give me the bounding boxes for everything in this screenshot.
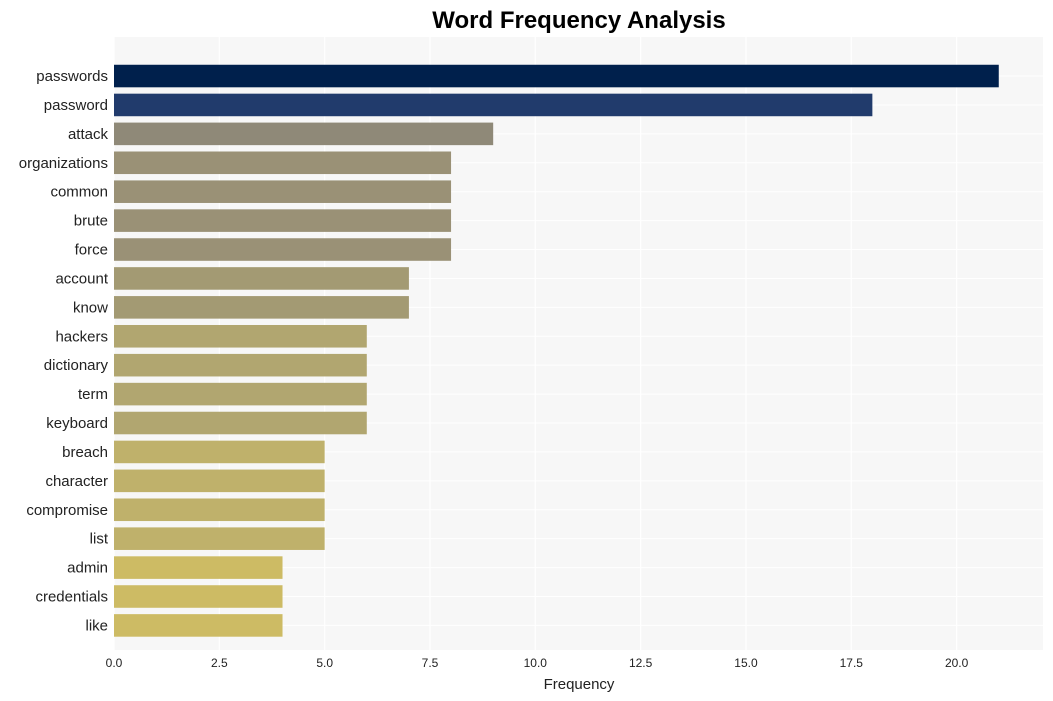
x-axis-ticks: 0.0 2.5 5.0 7.5 10.0 12.5 15.0 17.5 20.0 bbox=[106, 656, 969, 670]
bar-passwords bbox=[114, 64, 999, 88]
y-tick-label: organizations bbox=[19, 155, 108, 172]
word-frequency-chart: passwords password attack organizations comm… bbox=[19, 7, 1043, 693]
y-tick-label: dictionary bbox=[44, 357, 109, 374]
x-tick-label: 15.0 bbox=[734, 656, 758, 670]
x-tick-label: 5.0 bbox=[316, 656, 333, 670]
y-tick-label: common bbox=[50, 184, 108, 201]
y-tick-label: keyboard bbox=[46, 415, 108, 432]
y-tick-label: brute bbox=[74, 213, 108, 230]
bar-know bbox=[114, 296, 409, 319]
chart-title: Word Frequency Analysis bbox=[432, 7, 725, 34]
bar-account bbox=[114, 267, 409, 290]
bar-password bbox=[114, 93, 873, 117]
x-tick-label: 7.5 bbox=[422, 656, 439, 670]
y-tick-label: list bbox=[90, 531, 109, 548]
y-tick-label: password bbox=[44, 97, 108, 114]
x-tick-label: 17.5 bbox=[840, 656, 864, 670]
bar-compromise bbox=[114, 498, 325, 522]
y-tick-label: character bbox=[45, 473, 108, 490]
y-tick-label: account bbox=[55, 270, 108, 287]
bar-force bbox=[114, 238, 452, 261]
y-tick-label: hackers bbox=[55, 328, 108, 345]
bar-dictionary bbox=[114, 353, 367, 377]
y-tick-label: credentials bbox=[35, 589, 108, 606]
x-tick-label: 10.0 bbox=[524, 656, 548, 670]
bar-character bbox=[114, 469, 325, 493]
y-tick-label: know bbox=[73, 299, 108, 316]
y-tick-label: attack bbox=[68, 126, 109, 143]
bar-term bbox=[114, 382, 367, 406]
y-tick-label: admin bbox=[67, 560, 108, 577]
x-tick-label: 2.5 bbox=[211, 656, 228, 670]
y-tick-label: passwords bbox=[36, 68, 108, 85]
x-tick-label: 0.0 bbox=[106, 656, 123, 670]
bar-organizations bbox=[114, 151, 452, 175]
bar-keyboard bbox=[114, 411, 367, 435]
bar-admin bbox=[114, 556, 283, 579]
y-tick-label: breach bbox=[62, 444, 108, 461]
x-tick-label: 12.5 bbox=[629, 656, 653, 670]
x-tick-label: 20.0 bbox=[945, 656, 969, 670]
y-tick-label: term bbox=[78, 386, 108, 403]
y-tick-label: force bbox=[75, 242, 108, 259]
bar-common bbox=[114, 180, 452, 203]
bar-like bbox=[114, 614, 283, 637]
bar-breach bbox=[114, 440, 325, 464]
bar-credentials bbox=[114, 585, 283, 608]
bar-brute bbox=[114, 209, 452, 232]
y-axis-labels: passwords password attack organizations comm… bbox=[19, 68, 109, 634]
bar-list bbox=[114, 527, 325, 550]
bar-hackers bbox=[114, 324, 367, 348]
x-axis-label: Frequency bbox=[544, 676, 615, 693]
y-tick-label: like bbox=[85, 617, 108, 634]
bar-attack bbox=[114, 122, 494, 146]
y-tick-label: compromise bbox=[26, 502, 108, 519]
